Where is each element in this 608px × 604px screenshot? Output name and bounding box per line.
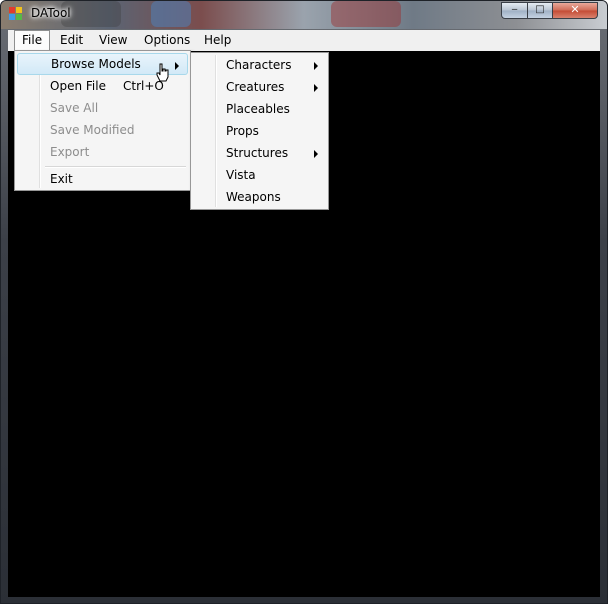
submenu-item-structures[interactable]: Structures — [193, 142, 326, 164]
submenu-item-vista[interactable]: Vista — [193, 164, 326, 186]
submenu-item-placeables[interactable]: Placeables — [193, 98, 326, 120]
menu-item-label: Browse Models — [51, 57, 141, 71]
browse-models-submenu: Characters Creatures Placeables Props St… — [190, 52, 329, 210]
submenu-item-characters[interactable]: Characters — [193, 54, 326, 76]
title-bar-glass-blur — [331, 1, 401, 27]
submenu-item-creatures[interactable]: Creatures — [193, 76, 326, 98]
minimize-button[interactable]: ‒ — [501, 2, 528, 19]
menu-file[interactable]: File — [14, 30, 51, 51]
menu-item-save-modified: Save Modified — [17, 119, 188, 141]
menu-item-label: Creatures — [226, 80, 285, 94]
menu-view[interactable]: View — [92, 30, 134, 51]
app-icon-tile — [16, 7, 22, 13]
menu-item-label: Save Modified — [50, 123, 135, 137]
menu-bar: File Edit View Options Help — [8, 30, 600, 51]
app-icon-tile — [16, 14, 22, 20]
menu-options[interactable]: Options — [137, 30, 197, 51]
menu-edit[interactable]: Edit — [53, 30, 90, 51]
menu-item-label: Characters — [226, 58, 292, 72]
close-button[interactable]: ✕ — [552, 2, 598, 19]
menu-item-label: Weapons — [226, 190, 281, 204]
submenu-item-weapons[interactable]: Weapons — [193, 186, 326, 208]
submenu-item-props[interactable]: Props — [193, 120, 326, 142]
menu-item-label: Placeables — [226, 102, 290, 116]
title-bar-glass-blur — [151, 1, 191, 27]
menu-item-label: Structures — [226, 146, 289, 160]
menu-item-label: Props — [226, 124, 259, 138]
app-icon-tile — [9, 14, 15, 20]
menu-help[interactable]: Help — [197, 30, 238, 51]
submenu-arrow-icon — [175, 62, 179, 70]
app-icon-tile — [9, 7, 15, 13]
window-title: DATool — [31, 6, 71, 20]
menu-item-label: Open File — [50, 79, 106, 93]
submenu-arrow-icon — [314, 84, 318, 92]
hand-pointer-icon — [156, 63, 169, 82]
app-icon[interactable] — [9, 7, 23, 21]
menu-item-save-all: Save All — [17, 97, 188, 119]
menu-item-label: Export — [50, 145, 90, 159]
menu-item-label: Vista — [226, 168, 256, 182]
title-bar[interactable]: DATool ‒ □ ✕ — [1, 1, 607, 29]
maximize-button[interactable]: □ — [527, 2, 553, 19]
menu-item-export: Export — [17, 141, 188, 163]
submenu-arrow-icon — [314, 150, 318, 158]
app-window: DATool ‒ □ ✕ File Edit View Options Help… — [0, 0, 608, 604]
menu-item-label: Save All — [50, 101, 99, 115]
submenu-arrow-icon — [314, 62, 318, 70]
menu-item-label: Exit — [50, 172, 73, 186]
menu-item-exit[interactable]: Exit — [17, 168, 188, 190]
